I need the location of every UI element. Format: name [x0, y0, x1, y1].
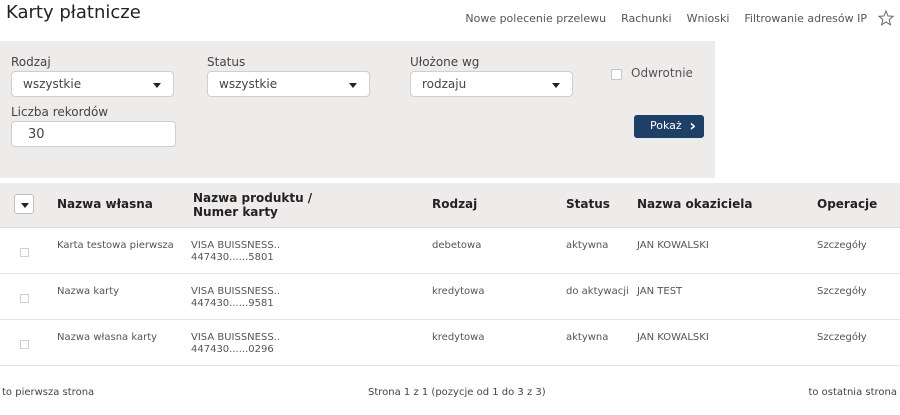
cell-product: VISA BUISSNESS.. 447430......0296	[191, 332, 280, 356]
cell-holder: JAN KOWALSKI	[637, 332, 709, 343]
column-menu-button[interactable]	[14, 194, 34, 214]
sort-select[interactable]: rodzaju	[410, 71, 573, 97]
header-name[interactable]: Nazwa własna	[57, 197, 153, 211]
reverse-checkbox[interactable]	[611, 69, 622, 80]
cell-holder: JAN TEST	[637, 286, 683, 297]
cell-name: Nazwa własna karty	[57, 332, 158, 343]
row-checkbox[interactable]	[20, 248, 29, 257]
status-value: wszystkie	[219, 77, 278, 91]
cell-type: kredytowa	[432, 332, 485, 343]
page-info: Strona 1 z 1 (pozycje od 1 do 3 z 3)	[368, 387, 546, 398]
header-status[interactable]: Status	[566, 197, 610, 211]
sort-label: Ułożone wg	[410, 55, 480, 69]
details-link[interactable]: Szczegóły	[817, 332, 867, 344]
nav-applications[interactable]: Wnioski	[687, 12, 730, 25]
cell-product-name: VISA BUISSNESS..	[191, 332, 281, 343]
row-checkbox[interactable]	[20, 340, 29, 349]
header-product[interactable]: Nazwa produktu / Numer karty	[193, 191, 312, 219]
cell-product: VISA BUISSNESS.. 447430......9581	[191, 286, 280, 310]
filter-panel: Rodzaj wszystkie Status wszystkie Ułożon…	[0, 41, 715, 178]
row-checkbox[interactable]	[20, 294, 29, 303]
table-row: Karta testowa pierwsza VISA BUISSNESS.. …	[0, 228, 900, 274]
rodzaj-select[interactable]: wszystkie	[11, 71, 174, 97]
cell-card-number: 447430......0296	[191, 344, 274, 355]
chevron-down-icon	[153, 83, 161, 88]
first-page-link[interactable]: to pierwsza strona	[2, 387, 94, 398]
show-button[interactable]: Pokaż ›	[634, 115, 704, 138]
table-row: Nazwa karty VISA BUISSNESS.. 447430.....…	[0, 274, 900, 320]
nav-accounts[interactable]: Rachunki	[621, 12, 672, 25]
reverse-label: Odwrotnie	[631, 66, 693, 80]
chevron-down-icon	[349, 83, 357, 88]
cards-table: Nazwa własna Nazwa produktu / Numer kart…	[0, 183, 900, 366]
rodzaj-label: Rodzaj	[11, 55, 51, 69]
chevron-down-icon	[21, 203, 29, 208]
table-row: Nazwa własna karty VISA BUISSNESS.. 4474…	[0, 320, 900, 366]
details-link[interactable]: Szczegóły	[817, 240, 867, 252]
cell-product: VISA BUISSNESS.. 447430......5801	[191, 240, 280, 264]
top-navigation: Nowe polecenie przelewu Rachunki Wnioski…	[450, 10, 894, 26]
cell-card-number: 447430......5801	[191, 252, 274, 263]
cell-name: Karta testowa pierwsza	[57, 240, 174, 251]
chevron-right-icon: ›	[689, 116, 696, 135]
table-header: Nazwa własna Nazwa produktu / Numer kart…	[0, 183, 900, 228]
status-label: Status	[207, 55, 246, 69]
header-product-line1: Nazwa produktu /	[193, 191, 313, 205]
cell-type: debetowa	[432, 240, 482, 251]
show-button-label: Pokaż	[650, 119, 682, 132]
cell-product-name: VISA BUISSNESS..	[191, 286, 281, 297]
header-type[interactable]: Rodzaj	[432, 197, 477, 211]
records-label: Liczba rekordów	[11, 105, 109, 119]
nav-ip-filtering[interactable]: Filtrowanie adresów IP	[744, 12, 867, 25]
records-input[interactable]: 30	[11, 121, 176, 147]
page-title: Karty płatnicze	[6, 2, 141, 23]
nav-new-transfer[interactable]: Nowe polecenie przelewu	[465, 12, 606, 25]
cell-type: kredytowa	[432, 286, 485, 297]
sort-value: rodzaju	[422, 77, 467, 91]
cell-name: Nazwa karty	[57, 286, 120, 297]
header-holder[interactable]: Nazwa okaziciela	[637, 197, 752, 211]
header-operations: Operacje	[817, 197, 878, 211]
cell-card-number: 447430......9581	[191, 298, 274, 309]
status-select[interactable]: wszystkie	[207, 71, 370, 97]
chevron-down-icon	[552, 83, 560, 88]
cell-status: aktywna	[566, 332, 609, 343]
details-link[interactable]: Szczegóły	[817, 286, 867, 298]
cell-holder: JAN KOWALSKI	[637, 240, 709, 251]
cell-product-name: VISA BUISSNESS..	[191, 240, 281, 251]
header-product-line2: Numer karty	[193, 205, 278, 219]
cell-status: aktywna	[566, 240, 609, 251]
last-page-link[interactable]: to ostatnia strona	[808, 387, 897, 398]
cell-status: do aktywacji	[566, 286, 629, 297]
rodzaj-value: wszystkie	[23, 77, 82, 91]
star-icon[interactable]	[878, 10, 894, 26]
